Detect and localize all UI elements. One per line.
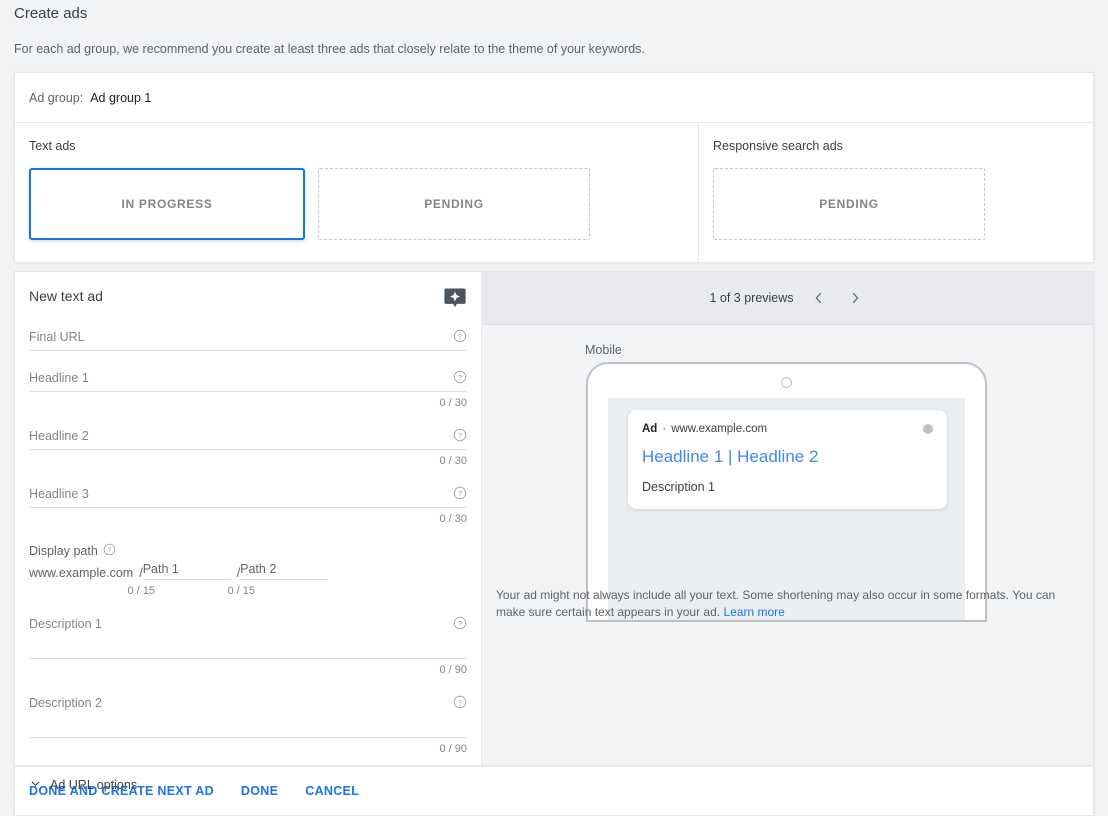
ad-display-url: www.example.com	[671, 423, 768, 435]
display-path-counters: 0 / 15 0 / 15	[29, 585, 467, 597]
responsive-ad-slot-pending[interactable]: PENDING	[713, 168, 985, 240]
learn-more-link[interactable]: Learn more	[723, 605, 784, 619]
responsive-ad-slot-pending-label: PENDING	[819, 197, 879, 211]
preview-disclaimer: Your ad might not always include all you…	[496, 587, 1077, 621]
text-ad-slot-in-progress[interactable]: IN PROGRESS	[29, 168, 305, 240]
preview-body: Mobile Ad · www.example.com Headline 1 |…	[482, 325, 1093, 765]
headline-3-label: Headline 3	[29, 487, 89, 501]
display-path-label: Display path	[29, 544, 98, 558]
info-dot-icon[interactable]	[923, 424, 933, 434]
svg-text:?: ?	[107, 547, 111, 554]
description-2-label: Description 2	[29, 696, 102, 710]
page-header: Create ads For each ad group, we recomme…	[0, 0, 1108, 58]
phone-camera-icon	[781, 377, 792, 388]
description-1-field[interactable]: Description 1 0 / 90 ?	[29, 597, 467, 676]
svg-text:?: ?	[458, 433, 462, 440]
help-circle-icon[interactable]: ?	[453, 329, 467, 343]
display-path-1-counter: 0 / 15	[127, 585, 155, 597]
text-ad-slot-in-progress-label: IN PROGRESS	[121, 197, 213, 211]
preview-count-label: 1 of 3 previews	[709, 291, 794, 305]
help-circle-icon[interactable]: ?	[453, 428, 467, 442]
ad-editor-panel: New text ad Final URL ? Headline 1 0 / 3…	[14, 271, 1094, 792]
headline-3-counter: 0 / 30	[439, 513, 467, 525]
text-ads-boxes: IN PROGRESS PENDING	[29, 168, 684, 240]
help-circle-icon[interactable]: ?	[453, 616, 467, 630]
svg-text:?: ?	[458, 700, 462, 707]
ad-preview-card: Ad · www.example.com Headline 1 | Headli…	[628, 410, 947, 509]
svg-text:?: ?	[458, 491, 462, 498]
responsive-search-ads-title: Responsive search ads	[713, 139, 843, 153]
phone-frame: Ad · www.example.com Headline 1 | Headli…	[586, 362, 987, 622]
display-path-1-input[interactable]: Path 1	[142, 562, 231, 580]
help-circle-icon[interactable]: ?	[453, 370, 467, 384]
description-2-field[interactable]: Description 2 0 / 90 ?	[29, 676, 467, 755]
ad-group-value[interactable]: Ad group 1	[90, 91, 151, 105]
svg-text:?: ?	[458, 334, 462, 341]
svg-text:?: ?	[458, 621, 462, 628]
ad-group-label: Ad group:	[29, 90, 84, 105]
description-2-input-area[interactable]	[29, 716, 467, 737]
responsive-search-ads-column: Responsive search ads PENDING	[698, 123, 1093, 262]
headline-1-label: Headline 1	[29, 371, 89, 385]
chevron-down-icon	[29, 777, 42, 793]
display-path-2-input[interactable]: Path 2	[240, 562, 329, 580]
page-subtitle: For each ad group, we recommend you crea…	[14, 42, 645, 56]
ad-types-card: Ad group: Ad group 1 Text ads IN PROGRES…	[14, 72, 1094, 262]
description-1-label: Description 1	[29, 617, 102, 631]
ad-group-row: Ad group: Ad group 1	[15, 73, 1093, 123]
final-url-label: Final URL	[29, 330, 85, 344]
chevron-right-icon[interactable]	[844, 287, 866, 309]
display-path-domain: www.example.com	[29, 566, 134, 580]
description-2-counter: 0 / 90	[439, 743, 467, 755]
help-circle-icon[interactable]: ?	[453, 695, 467, 709]
display-path-2-counter: 0 / 15	[227, 585, 255, 597]
headline-2-counter: 0 / 30	[439, 455, 467, 467]
help-circle-icon[interactable]: ?	[103, 543, 116, 559]
chevron-left-icon[interactable]	[808, 287, 830, 309]
text-ads-column: Text ads IN PROGRESS PENDING	[15, 123, 698, 262]
text-ad-slot-pending[interactable]: PENDING	[318, 168, 590, 240]
sparkle-bubble-icon[interactable]	[443, 286, 467, 310]
ad-form-header: New text ad	[29, 272, 467, 310]
text-ad-slot-pending-label: PENDING	[424, 197, 484, 211]
help-circle-icon[interactable]: ?	[453, 486, 467, 500]
ad-badge: Ad	[642, 423, 658, 435]
responsive-search-ads-boxes: PENDING	[713, 168, 1079, 240]
preview-device-label: Mobile	[585, 343, 622, 357]
svg-text:?: ?	[458, 375, 462, 382]
ad-form-title: New text ad	[29, 288, 103, 304]
ad-type-columns: Text ads IN PROGRESS PENDING Responsive …	[15, 123, 1093, 262]
description-1-input-area[interactable]	[29, 637, 467, 658]
display-path-header: Display path ?	[29, 525, 467, 559]
ad-preview-pane: 1 of 3 previews Mobile Ad · www.example.…	[482, 272, 1093, 765]
headline-1-counter: 0 / 30	[439, 397, 467, 409]
headline-2-label: Headline 2	[29, 429, 89, 443]
ad-preview-headline[interactable]: Headline 1 | Headline 2	[642, 447, 933, 467]
ad-url-options-toggle[interactable]: Ad URL options	[29, 755, 467, 793]
ad-separator: ·	[662, 423, 667, 435]
description-1-counter: 0 / 90	[439, 664, 467, 676]
page-title: Create ads	[14, 5, 88, 22]
final-url-field[interactable]: Final URL ?	[29, 310, 467, 351]
ad-url-options-label: Ad URL options	[50, 778, 138, 792]
ad-form-pane: New text ad Final URL ? Headline 1 0 / 3…	[15, 272, 482, 792]
preview-header: 1 of 3 previews	[482, 272, 1093, 325]
headline-3-field[interactable]: Headline 3 0 / 30 ?	[29, 467, 467, 525]
display-path-row: www.example.com / Path 1 / Path 2	[29, 562, 467, 580]
headline-1-field[interactable]: Headline 1 0 / 30 ?	[29, 351, 467, 409]
ad-preview-top-row: Ad · www.example.com	[642, 423, 933, 435]
headline-2-field[interactable]: Headline 2 0 / 30 ?	[29, 409, 467, 467]
ad-preview-description: Description 1	[642, 480, 715, 494]
text-ads-title: Text ads	[29, 139, 76, 153]
